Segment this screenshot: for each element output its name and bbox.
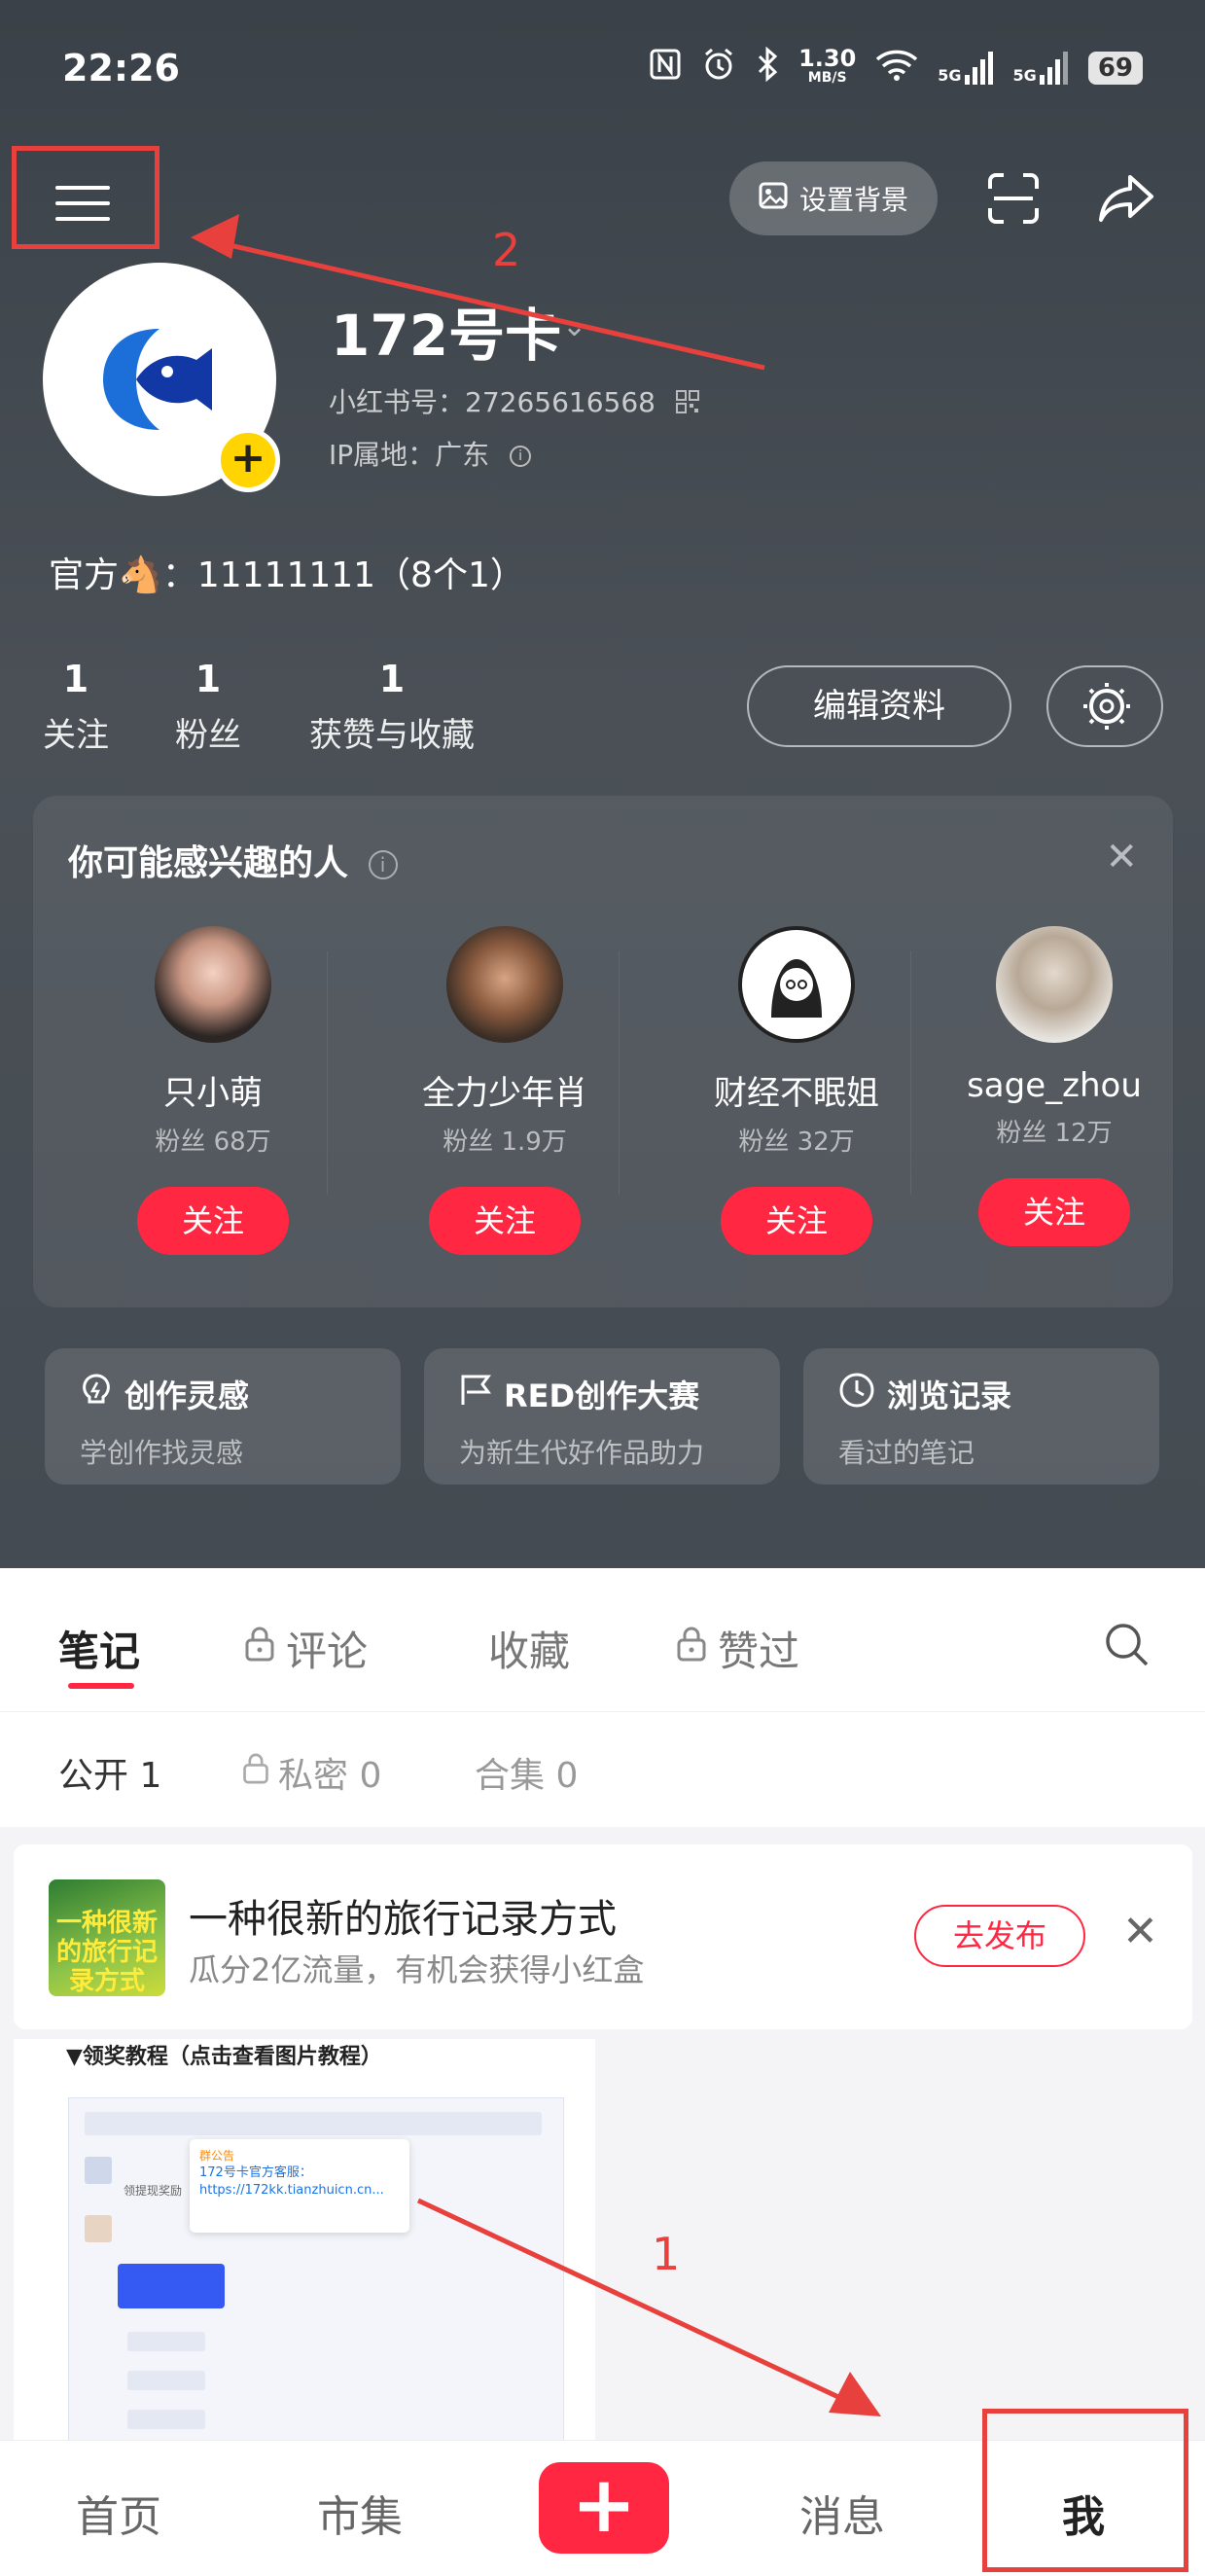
promo-subtitle: 瓜分2亿流量，有机会获得小红盒 bbox=[189, 1951, 645, 1988]
tab-collections[interactable]: 收藏 bbox=[488, 1619, 570, 1678]
edit-profile-button[interactable]: 编辑资料 bbox=[747, 665, 1011, 747]
close-icon[interactable]: ✕ bbox=[1105, 835, 1138, 879]
stat-followers[interactable]: 1 粉丝 bbox=[175, 658, 241, 756]
chevron-down-icon[interactable]: ⌄ bbox=[562, 309, 586, 343]
lock-icon bbox=[243, 1625, 276, 1673]
note-card[interactable]: ▼领奖教程（点击查看图片教程） 领提现奖励 群公告 172号卡官方客服：http… bbox=[14, 2039, 595, 2448]
lock-icon bbox=[675, 1625, 708, 1673]
side-label: 领提现奖励 bbox=[124, 2184, 183, 2198]
status-time: 22:26 bbox=[62, 47, 180, 89]
lock-icon bbox=[241, 1751, 270, 1795]
status-bar: 22:26 1.30 MB/S 5G 5G 69 bbox=[62, 47, 1143, 95]
tab-liked[interactable]: 赞过 bbox=[675, 1619, 799, 1678]
top-bar: 设置背景 bbox=[0, 146, 1205, 253]
follow-button[interactable]: 关注 bbox=[721, 1187, 872, 1255]
share-icon bbox=[1099, 175, 1153, 222]
stat-likes[interactable]: 1 获赞与收藏 bbox=[309, 658, 475, 756]
scan-icon bbox=[988, 173, 1039, 224]
info-icon[interactable]: i bbox=[368, 850, 398, 879]
tab-indicator bbox=[68, 1683, 134, 1689]
content-tabs: 笔记 评论 收藏 赞过 bbox=[0, 1568, 1205, 1712]
promo-banner[interactable]: 一种很新的旅行记录方式 一种很新的旅行记录方式 瓜分2亿流量，有机会获得小红盒 … bbox=[14, 1844, 1192, 2029]
subtab-private[interactable]: 私密 0 bbox=[241, 1747, 381, 1798]
share-button[interactable] bbox=[1095, 167, 1157, 230]
set-background-label: 设置背景 bbox=[798, 184, 908, 216]
search-icon bbox=[1106, 1624, 1149, 1666]
nfc-icon bbox=[649, 48, 682, 88]
qr-code-icon[interactable] bbox=[675, 388, 699, 420]
image-icon bbox=[759, 181, 788, 217]
promo-title: 一种很新的旅行记录方式 bbox=[189, 1897, 617, 1942]
nav-market[interactable]: 市集 bbox=[317, 2482, 403, 2544]
note-caption: ▼领奖教程（点击查看图片教程） bbox=[66, 2045, 382, 2069]
quick-card-inspiration[interactable]: 创作灵感 学创作找灵感 bbox=[45, 1348, 401, 1485]
profile-name: 172号卡 bbox=[331, 303, 562, 369]
recommend-person[interactable]: sage_zhou 粉丝 12万 关注 bbox=[947, 926, 1161, 1246]
person-avatar[interactable] bbox=[446, 926, 563, 1043]
recommend-card: 你可能感兴趣的人 i ✕ 只小萌 粉丝 68万 关注 全力少年肖 粉丝 1.9万… bbox=[33, 796, 1173, 1307]
avatar[interactable]: + bbox=[43, 263, 280, 496]
tab-notes[interactable]: 笔记 bbox=[58, 1619, 140, 1678]
profile-ip: IP属地：广东 i bbox=[329, 434, 532, 473]
wifi-icon bbox=[875, 48, 918, 88]
popup-notice: 群公告 172号卡官方客服：https://172kk.tianzhuicn.c… bbox=[190, 2139, 409, 2233]
battery-indicator: 69 bbox=[1087, 51, 1143, 85]
scan-button[interactable] bbox=[982, 167, 1045, 230]
profile-id: 小红书号：27265616568 bbox=[329, 381, 699, 420]
recommend-person[interactable]: 财经不眠姐 粉丝 32万 关注 bbox=[656, 926, 938, 1255]
signal-icon-sim2: 5G bbox=[1013, 51, 1069, 85]
info-icon[interactable]: i bbox=[510, 446, 532, 467]
note-filter-tabs: 公开 1 私密 0 合集 0 bbox=[0, 1712, 1205, 1827]
annotation-box-me bbox=[982, 2409, 1188, 2572]
create-post-button[interactable]: + bbox=[539, 2462, 669, 2554]
follow-button[interactable]: 关注 bbox=[429, 1187, 581, 1255]
menu-icon bbox=[55, 186, 110, 221]
follow-button[interactable]: 关注 bbox=[978, 1178, 1130, 1246]
settings-button[interactable] bbox=[1046, 665, 1163, 747]
person-avatar[interactable] bbox=[996, 926, 1113, 1043]
subtab-albums[interactable]: 合集 0 bbox=[475, 1747, 578, 1798]
publish-button[interactable]: 去发布 bbox=[914, 1905, 1085, 1967]
add-avatar-icon[interactable]: + bbox=[216, 428, 280, 492]
net-speed: 1.30 MB/S bbox=[798, 44, 857, 86]
quick-card-red-contest[interactable]: RED创作大赛 为新生代好作品助力 bbox=[424, 1348, 780, 1485]
signal-icon-sim1: 5G bbox=[938, 51, 993, 85]
tab-comments[interactable]: 评论 bbox=[243, 1619, 368, 1678]
clock-icon bbox=[838, 1372, 875, 1416]
search-button[interactable] bbox=[1103, 1621, 1152, 1673]
note-thumbnail: 领提现奖励 群公告 172号卡官方客服：https://172kk.tianzh… bbox=[68, 2097, 564, 2448]
menu-button[interactable] bbox=[12, 146, 159, 249]
subtab-public[interactable]: 公开 1 bbox=[58, 1747, 161, 1798]
follow-button[interactable]: 关注 bbox=[137, 1187, 289, 1255]
recommend-person[interactable]: 全力少年肖 粉丝 1.9万 关注 bbox=[364, 926, 646, 1255]
stat-following[interactable]: 1 关注 bbox=[43, 658, 109, 756]
lightbulb-icon bbox=[80, 1373, 113, 1415]
set-background-button[interactable]: 设置背景 bbox=[729, 161, 938, 235]
gear-icon bbox=[1083, 683, 1130, 730]
recommend-title: 你可能感兴趣的人 i bbox=[68, 835, 398, 885]
promo-image: 一种很新的旅行记录方式 bbox=[49, 1879, 165, 1996]
profile-header: 22:26 1.30 MB/S 5G 5G 69 设置背景 + 172号卡 ⌄ … bbox=[0, 0, 1205, 1568]
plus-icon: + bbox=[571, 2459, 637, 2550]
bluetooth-icon bbox=[756, 46, 779, 89]
person-avatar[interactable] bbox=[155, 926, 271, 1043]
person-avatar[interactable] bbox=[738, 926, 855, 1043]
annotation-label-1: 1 bbox=[652, 2228, 681, 2280]
nav-home[interactable]: 首页 bbox=[76, 2482, 161, 2544]
annotation-label-2: 2 bbox=[492, 224, 521, 276]
profile-bio: 官方🐴：11111111（8个1） bbox=[49, 555, 525, 595]
nav-messages[interactable]: 消息 bbox=[799, 2482, 885, 2544]
alarm-icon bbox=[701, 47, 736, 89]
close-icon[interactable]: ✕ bbox=[1122, 1907, 1158, 1956]
recommend-person[interactable]: 只小萌 粉丝 68万 关注 bbox=[72, 926, 354, 1255]
quick-card-history[interactable]: 浏览记录 看过的笔记 bbox=[803, 1348, 1159, 1485]
flag-icon bbox=[459, 1374, 492, 1414]
